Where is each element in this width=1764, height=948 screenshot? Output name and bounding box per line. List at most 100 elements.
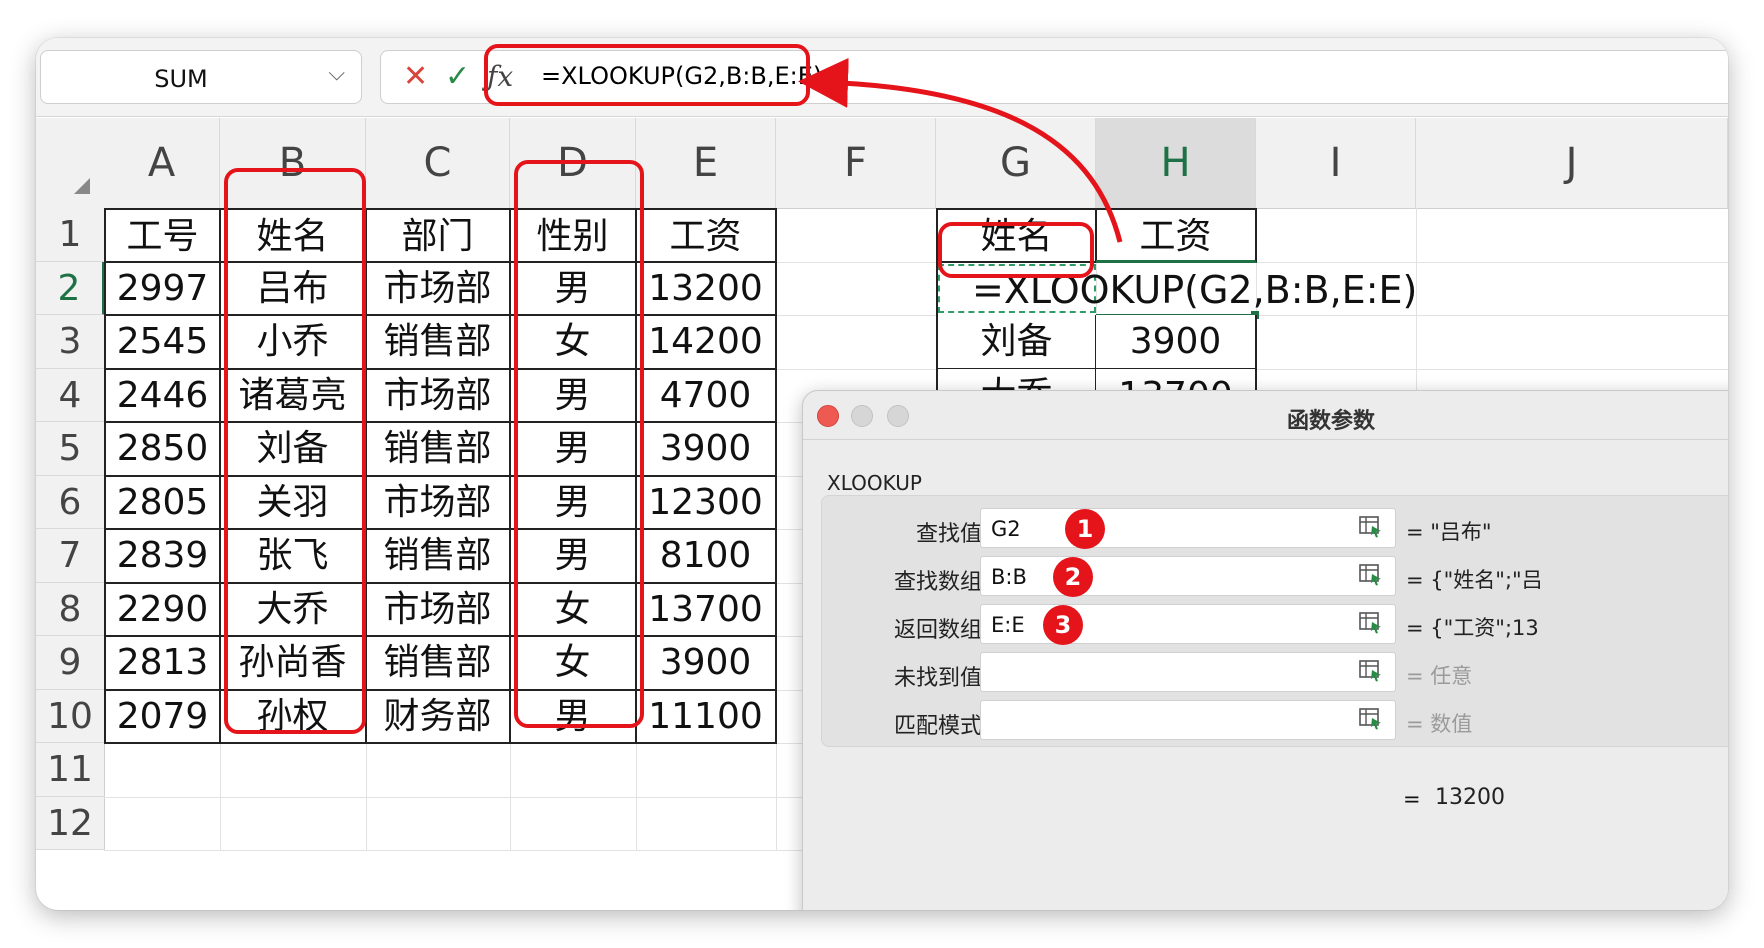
range-select-icon[interactable] (1359, 564, 1383, 586)
table-cell[interactable]: 2813 (104, 636, 221, 691)
arg-input[interactable] (980, 700, 1396, 740)
lookup-cell-border (936, 261, 938, 316)
table-cell[interactable]: 市场部 (366, 582, 511, 637)
lookup-header-cell[interactable]: 工资 (1096, 208, 1257, 263)
arg-result: = "吕布" (1406, 520, 1492, 544)
row-header-4[interactable]: 4 (36, 368, 105, 422)
arg-label: 返回数组 (893, 618, 982, 643)
function-name: XLOOKUP (827, 471, 922, 495)
name-box[interactable]: SUM ⌵ (40, 50, 362, 104)
lookup-cell[interactable]: 3900 (1096, 315, 1257, 370)
row-header-12[interactable]: 12 (36, 796, 105, 850)
formula-bar: SUM ⌵ ✕ ✓ ƒx =XLOOKUP(G2,B:B,E:E) (36, 38, 1728, 117)
table-cell[interactable]: 2850 (104, 422, 221, 477)
lookup-cell[interactable]: 刘备 (936, 315, 1097, 370)
minimize-window-button[interactable] (851, 405, 873, 427)
table-cell[interactable]: 8100 (636, 529, 777, 584)
close-icon[interactable]: ✕ (403, 59, 428, 94)
arg-input[interactable]: B:B (980, 556, 1396, 596)
check-icon[interactable]: ✓ (445, 59, 470, 94)
range-select-icon[interactable] (1359, 660, 1383, 682)
column-header-a[interactable]: A (104, 118, 220, 209)
column-header-c[interactable]: C (366, 118, 510, 209)
arg-label: 匹配模式 (893, 714, 982, 739)
arguments-panel: 查找值 G2 = "吕布" 查找数组 B:B = {"姓名";"吕返回数组 E:E = {"工… (821, 495, 1728, 747)
table-cell[interactable]: 2545 (104, 315, 221, 370)
dialog-title: 函数参数 (1287, 409, 1376, 434)
table-cell[interactable]: 市场部 (366, 261, 511, 316)
table-cell[interactable]: 11100 (636, 689, 777, 744)
select-all-button[interactable] (36, 118, 105, 209)
table-cell[interactable]: 2805 (104, 475, 221, 530)
table-cell[interactable]: 销售部 (366, 529, 511, 584)
row-header-7[interactable]: 7 (36, 529, 105, 583)
zoom-window-button[interactable] (887, 405, 909, 427)
table-cell[interactable]: 2079 (104, 689, 221, 744)
column-header-g[interactable]: G (936, 118, 1096, 209)
arg-label: 未找到值 (893, 666, 982, 691)
table-cell[interactable]: 3900 (636, 422, 777, 477)
arg-value: E:E (991, 613, 1025, 637)
column-header-j[interactable]: J (1416, 118, 1728, 209)
arg-label: 查找值 (915, 522, 982, 547)
table-cell[interactable]: 14200 (636, 315, 777, 370)
table-cell[interactable]: 销售部 (366, 315, 511, 370)
arg-result: = 任意 (1406, 664, 1473, 688)
column-header-h[interactable]: H (1096, 118, 1256, 209)
row-header-3[interactable]: 3 (36, 315, 105, 369)
row-header-11[interactable]: 11 (36, 743, 105, 797)
arg-value: B:B (991, 565, 1027, 589)
table-cell[interactable]: 销售部 (366, 422, 511, 477)
formula-result: 13200 (1435, 785, 1505, 810)
highlight-g2-cell (938, 222, 1094, 278)
table-header-cell[interactable]: 工号 (104, 208, 221, 263)
arg-input[interactable]: G2 (980, 508, 1396, 548)
table-cell[interactable]: 市场部 (366, 368, 511, 423)
table-cell[interactable]: 2446 (104, 368, 221, 423)
function-arguments-dialog: 函数参数 XLOOKUP 查找值 G2 = "吕布" 查找数组 B:B = {"姓名";"… (802, 390, 1728, 910)
arg-result: = 数值 (1406, 712, 1473, 736)
arg-label: 查找数组 (893, 570, 982, 595)
arg-result: = {"姓名";"吕 (1406, 568, 1543, 592)
spreadsheet-window: SUM ⌵ ✕ ✓ ƒx =XLOOKUP(G2,B:B,E:E) ABCDEF… (36, 38, 1728, 910)
table-cell[interactable]: 2839 (104, 529, 221, 584)
column-header-e[interactable]: E (636, 118, 776, 209)
table-cell[interactable]: 13200 (636, 261, 777, 316)
select-all-triangle-icon (74, 178, 90, 194)
step-badge-1: 1 (1065, 509, 1105, 549)
arg-result: = {"工资";13 (1406, 616, 1539, 640)
table-cell[interactable]: 12300 (636, 475, 777, 530)
arg-input[interactable] (980, 652, 1396, 692)
highlight-column-e (514, 160, 644, 728)
row-header-5[interactable]: 5 (36, 422, 105, 476)
table-cell[interactable]: 3900 (636, 636, 777, 691)
row-header-9[interactable]: 9 (36, 636, 105, 690)
table-cell[interactable]: 销售部 (366, 636, 511, 691)
dialog-titlebar: 函数参数 (803, 391, 1728, 440)
close-window-button[interactable] (817, 405, 839, 427)
name-box-value: SUM (154, 65, 208, 93)
column-header-i[interactable]: I (1256, 118, 1416, 209)
table-cell[interactable]: 2997 (104, 261, 221, 316)
chevron-down-icon[interactable]: ⌵ (328, 61, 345, 86)
table-cell[interactable]: 财务部 (366, 689, 511, 744)
range-select-icon[interactable] (1359, 612, 1383, 634)
row-header-6[interactable]: 6 (36, 475, 105, 529)
result-equals: = (1403, 787, 1421, 811)
row-header-1[interactable]: 1 (36, 208, 105, 262)
arg-value: G2 (991, 517, 1021, 541)
highlight-column-b (224, 168, 366, 734)
table-cell[interactable]: 2290 (104, 582, 221, 637)
range-select-icon[interactable] (1359, 516, 1383, 538)
row-header-8[interactable]: 8 (36, 582, 105, 636)
row-header-2[interactable]: 2 (36, 261, 105, 315)
table-cell[interactable]: 13700 (636, 582, 777, 637)
row-header-10[interactable]: 10 (36, 689, 105, 743)
table-header-cell[interactable]: 工资 (636, 208, 777, 263)
table-cell[interactable]: 4700 (636, 368, 777, 423)
table-cell[interactable]: 市场部 (366, 475, 511, 530)
column-header-f[interactable]: F (776, 118, 936, 209)
table-header-cell[interactable]: 部门 (366, 208, 511, 263)
range-select-icon[interactable] (1359, 708, 1383, 730)
step-badge-3: 3 (1043, 605, 1083, 645)
